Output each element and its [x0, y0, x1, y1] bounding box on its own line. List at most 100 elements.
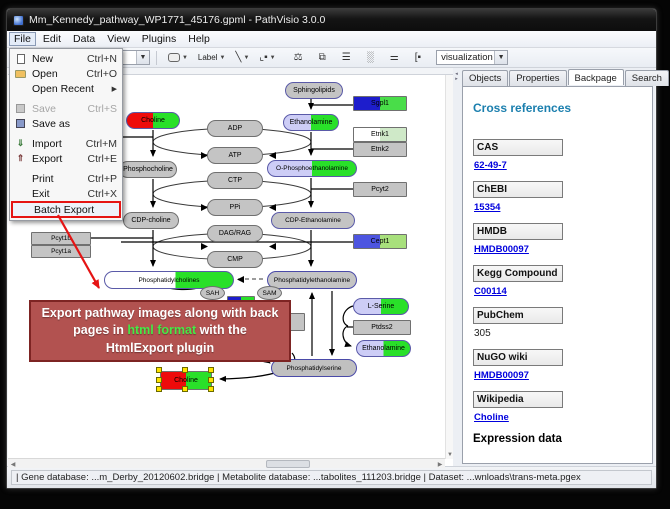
submenu-arrow-icon: ▶ — [112, 85, 117, 93]
pathway-node-pcyt1a[interactable]: Pcyt1a — [31, 245, 91, 258]
selection-handle[interactable] — [182, 367, 188, 373]
xref-link-choline[interactable]: Choline — [474, 412, 509, 423]
file-menu-item-export[interactable]: ⇑ExportCtrl+E — [11, 151, 121, 166]
distribute-vertical-button[interactable]: ☰ — [339, 50, 354, 66]
file-menu-item-exit[interactable]: ExitCtrl+X — [11, 186, 121, 201]
selection-handle[interactable] — [156, 377, 162, 383]
chevron-down-icon[interactable]: ▼ — [136, 51, 149, 64]
menu-edit[interactable]: Edit — [38, 32, 66, 46]
xref-link-c00114[interactable]: C00114 — [474, 286, 507, 297]
tab-search[interactable]: Search — [625, 70, 669, 86]
tab-properties[interactable]: Properties — [509, 70, 566, 86]
chevron-down-icon[interactable]: ▼ — [219, 55, 225, 61]
backpage-content[interactable]: Cross references CAS62-49-7ChEBI15354HMD… — [462, 86, 653, 464]
pathway-node-l-serine[interactable]: L-Serine — [353, 298, 409, 315]
pathway-node-cept1[interactable]: Cept1 — [353, 234, 407, 249]
tab-objects[interactable]: Objects — [462, 70, 508, 86]
pathway-node-o-phosphoethanolamine[interactable]: O-Phosphoethanolamine — [267, 160, 357, 177]
pathway-node-phosphocholine[interactable]: Phosphocholine — [119, 161, 177, 178]
label-tool-button[interactable]: Label ▼ — [195, 50, 229, 66]
pathway-node-label: Ethanolamine — [362, 345, 405, 352]
title-bar[interactable]: Mm_Kennedy_pathway_WP1771_45176.gpml - P… — [7, 9, 656, 31]
pathway-node-etnk2[interactable]: Etnk2 — [353, 142, 407, 157]
selection-handle[interactable] — [156, 386, 162, 392]
selection-handle[interactable] — [208, 386, 214, 392]
selection-handle[interactable] — [208, 377, 214, 383]
pathway-node-sphingolipids[interactable]: Sphingolipids — [285, 82, 343, 99]
line-tool-button[interactable]: ╲ ▼ — [232, 50, 252, 66]
menu-plugins[interactable]: Plugins — [137, 32, 181, 46]
pathvisio-window: Mm_Kennedy_pathway_WP1771_45176.gpml - P… — [6, 8, 657, 489]
pathway-node-cmp[interactable]: CMP — [207, 251, 263, 268]
file-menu-item-open[interactable]: OpenCtrl+O — [11, 66, 121, 81]
file-menu-item-save[interactable]: SaveCtrl+S — [11, 101, 121, 116]
pathway-node-cdp-ethanolamine[interactable]: CDP-Ethanolamine — [271, 212, 355, 229]
scroll-down-icon[interactable]: ▼ — [446, 452, 453, 458]
tab-backpage[interactable]: Backpage — [568, 69, 624, 85]
scrollbar-thumb[interactable] — [266, 460, 310, 468]
scroll-left-icon[interactable]: ◀ — [8, 459, 18, 468]
file-menu-item-open-recent[interactable]: Open Recent ▶ — [11, 81, 121, 96]
chevron-down-icon[interactable]: ▼ — [243, 55, 249, 61]
chevron-down-icon[interactable]: ▼ — [494, 51, 507, 64]
pathway-node-phosphatidylethanolamine[interactable]: Phosphatidylethanolamine — [267, 271, 357, 289]
align-center-icon: ⚖ — [294, 53, 303, 63]
xref-source-name: NuGO wiki — [473, 349, 563, 366]
menu-file[interactable]: File — [9, 32, 36, 46]
export-annotation-callout: Export pathway images along with back pa… — [29, 300, 291, 362]
pathway-node-label: Pcyt1b — [51, 235, 71, 242]
pathway-node-ppi[interactable]: PPi — [207, 199, 263, 216]
pathway-node-ethanolamine[interactable]: Ethanolamine — [283, 114, 339, 131]
pathway-node-sah[interactable]: SAH — [200, 286, 225, 300]
distribute-horizontal-button[interactable]: ░ — [364, 50, 377, 66]
pathway-node-pcyt1b[interactable]: Pcyt1b — [31, 232, 91, 245]
stack-horizontal-button[interactable]: [▪ — [412, 50, 424, 66]
stack-vertical-button[interactable]: ⚌ — [387, 50, 402, 66]
pathway-node-adp[interactable]: ADP — [207, 120, 263, 137]
scroll-right-icon[interactable]: ▶ — [435, 459, 445, 468]
xref-link-62-49-7[interactable]: 62-49-7 — [474, 160, 507, 171]
disk-icon — [13, 118, 28, 129]
selection-handle[interactable] — [156, 367, 162, 373]
selection-handle[interactable] — [208, 367, 214, 373]
pathway-node-cdp-choline[interactable]: CDP-choline — [123, 212, 179, 229]
pathway-node-etnk1[interactable]: Etnk1 — [353, 127, 407, 142]
datanode-tool-button[interactable]: ▼ — [165, 50, 191, 66]
connector-tool-button[interactable]: ⌞▪ ▼ — [256, 50, 278, 66]
align-middle-button[interactable]: ⧉ — [316, 50, 329, 66]
file-menu-item-print[interactable]: PrintCtrl+P — [11, 171, 121, 186]
canvas-vertical-scrollbar[interactable]: ▼ — [445, 75, 453, 459]
menu-data[interactable]: Data — [68, 32, 100, 46]
panel-splitter[interactable]: ◂▸ — [453, 68, 460, 466]
pathway-node-ctp[interactable]: CTP — [207, 172, 263, 189]
file-menu-item-new[interactable]: NewCtrl+N — [11, 51, 121, 66]
xref-link-hmdb00097[interactable]: HMDB00097 — [474, 244, 529, 255]
file-menu-item-save-as[interactable]: Save as — [11, 116, 121, 131]
pathway-node-pcyt2[interactable]: Pcyt2 — [353, 182, 407, 197]
align-center-button[interactable]: ⚖ — [291, 50, 306, 66]
pathway-node-ptdss2[interactable]: Ptdss2 — [353, 320, 411, 335]
xref-link-hmdb00097[interactable]: HMDB00097 — [474, 370, 529, 381]
selection-handle[interactable] — [182, 386, 188, 392]
pathway-node-dag-rag[interactable]: DAG/RAG — [207, 225, 263, 242]
canvas-horizontal-scrollbar[interactable]: ◀ ▶ — [8, 458, 445, 468]
pathway-node-label: SAH — [206, 290, 219, 297]
pathway-node-choline[interactable]: Choline — [126, 112, 180, 129]
menu-view[interactable]: View — [102, 32, 135, 46]
file-menu-item-label: Open Recent — [32, 83, 104, 95]
stack-vertical-icon: ⚌ — [390, 53, 399, 63]
toolbar-separator — [156, 51, 157, 65]
pathway-node-atp[interactable]: ATP — [207, 147, 263, 164]
chevron-down-icon[interactable]: ▼ — [270, 55, 276, 61]
chevron-down-icon[interactable]: ▼ — [182, 55, 188, 61]
menu-help[interactable]: Help — [183, 32, 215, 46]
pathway-node-ethanolamine[interactable]: Ethanolamine — [356, 340, 411, 357]
pathway-node-label: Phosphatidylcholines — [138, 277, 199, 284]
pathway-node-sam[interactable]: SAM — [257, 286, 282, 300]
file-menu-item-import[interactable]: ⇓ImportCtrl+M — [11, 136, 121, 151]
xref-link-15354[interactable]: 15354 — [474, 202, 500, 213]
visualization-combobox[interactable]: visualization ▼ — [436, 50, 508, 65]
pathway-node-sgpl1[interactable]: Sgpl1 — [353, 96, 407, 111]
splitter-collapse-icon[interactable]: ◂▸ — [453, 72, 460, 82]
file-menu-item-batch-export[interactable]: Batch Export — [11, 201, 121, 218]
